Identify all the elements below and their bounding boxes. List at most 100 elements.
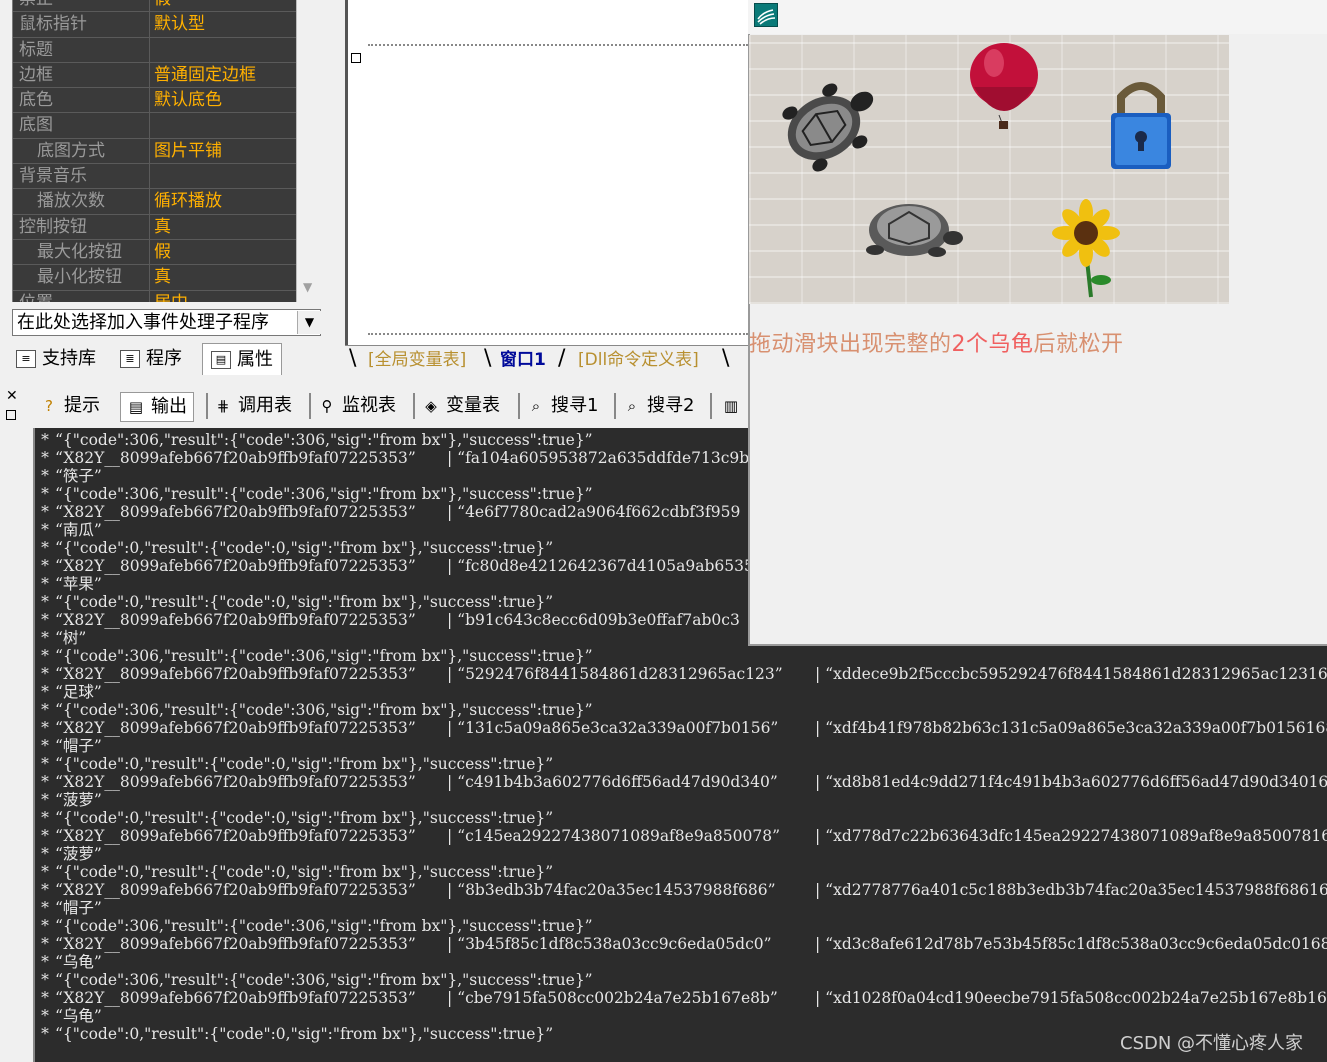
- tab-search1[interactable]: ⌕ 搜寻1: [527, 392, 599, 420]
- log-bullet: *: [41, 503, 49, 521]
- resize-handle[interactable]: [351, 53, 361, 63]
- property-grid[interactable]: 禁止假鼠标指针默认型标题边框普通固定边框底色默认底色底图底图方式图片平铺背景音乐…: [12, 0, 297, 302]
- property-value[interactable]: 普通固定边框: [150, 63, 256, 87]
- turtle-image: [866, 204, 963, 257]
- log-text: “筷子”: [55, 467, 102, 485]
- property-row[interactable]: 边框 普通固定边框: [13, 62, 297, 89]
- log-bullet: *: [41, 539, 49, 557]
- tab-search2[interactable]: ⌕ 搜寻2: [623, 392, 695, 420]
- log-bullet: *: [41, 755, 49, 773]
- log-bullet: *: [41, 557, 49, 575]
- property-value[interactable]: [150, 164, 154, 188]
- log-text: “足球”: [55, 683, 102, 701]
- log-token: | “xddece9b2f5cccbc595292476f8441584861d…: [815, 665, 1327, 683]
- tab-window1[interactable]: 窗口1: [500, 348, 546, 372]
- tab-separator: \: [484, 346, 492, 371]
- log-bullet: *: [41, 881, 49, 899]
- log-bullet: *: [41, 791, 49, 809]
- log-token: | “xd8b81ed4c9dd271f4c491b4b3a602776d6ff…: [815, 773, 1327, 791]
- hot-air-balloon-image: [970, 43, 1038, 129]
- tab-watch[interactable]: ⚲ 监视表: [318, 392, 397, 420]
- tab-hint-label: 提示: [64, 395, 100, 416]
- design-grid-line: [368, 333, 748, 336]
- log-line: * “{"code":0,"result":{"code":0,"sig":"fr…: [35, 593, 553, 611]
- log-text: “X82Y__8099afeb667f20ab9ffb9faf07225353”: [55, 773, 416, 791]
- app-icon: [754, 3, 778, 27]
- property-row[interactable]: 禁止假: [13, 0, 297, 13]
- log-text: “乌龟”: [55, 1007, 102, 1025]
- tab-output-label: 输出: [151, 396, 187, 417]
- event-handler-select[interactable]: 在此处选择加入事件处理子程序: [12, 309, 321, 336]
- log-hash: | “8b3edb3b74fac20a35ec14537988f686”: [447, 881, 776, 899]
- property-row[interactable]: 位置居中: [13, 290, 297, 302]
- property-scrollbar[interactable]: [296, 0, 327, 302]
- captcha-image[interactable]: [749, 35, 1229, 304]
- tab-clipboard[interactable]: ▥: [722, 392, 740, 420]
- property-value[interactable]: [150, 113, 154, 137]
- log-bullet: *: [41, 773, 49, 791]
- log-line: * “{"code":306,"result":{"code":306,"sig"…: [35, 701, 593, 719]
- property-row[interactable]: 标题: [13, 37, 297, 63]
- tab-properties[interactable]: ▤ 属性: [202, 343, 282, 375]
- log-text: “{"code":306,"result":{"code":306,"sig":…: [55, 701, 593, 719]
- tab-call-stack[interactable]: ⋕ 调用表: [214, 392, 292, 420]
- log-hash: | “5292476f8441584861d28312965ac123”: [447, 665, 783, 683]
- tab-output[interactable]: ▤ 输出: [120, 392, 194, 422]
- property-row[interactable]: 最大化按钮假: [13, 239, 297, 266]
- hint-text-before: 拖动滑块出现完整的: [749, 332, 952, 357]
- property-row[interactable]: 最小化按钮真: [13, 265, 297, 291]
- log-hash: | “c145ea29227438071089af8e9a850078”: [447, 827, 781, 845]
- property-row[interactable]: 播放次数 循环播放: [13, 189, 297, 215]
- property-row[interactable]: 底色 默认底色: [13, 88, 297, 114]
- tab-support-library[interactable]: ≡ 支持库: [16, 343, 96, 374]
- log-text: “{"code":306,"result":{"code":306,"sig":…: [55, 431, 593, 449]
- log-text: “X82Y__8099afeb667f20ab9ffb9faf07225353”: [55, 827, 416, 845]
- property-value[interactable]: 假: [150, 0, 171, 11]
- property-value[interactable]: 真: [150, 215, 171, 239]
- close-icon[interactable]: ✕: [6, 388, 18, 404]
- log-hash: | “3b45f85c1df8c538a03cc9c6eda05dc0”: [447, 935, 772, 953]
- property-row[interactable]: 底图: [13, 113, 297, 139]
- log-line: * “筷子”: [35, 467, 102, 485]
- property-value[interactable]: 默认型: [150, 12, 205, 36]
- property-value[interactable]: 默认底色: [150, 88, 222, 112]
- log-bullet: *: [41, 899, 49, 917]
- property-row[interactable]: 控制按钮真: [13, 214, 297, 240]
- tab-variables[interactable]: ◈ 变量表: [422, 392, 500, 420]
- dropdown-arrow-icon[interactable]: ▼: [297, 311, 321, 334]
- property-value[interactable]: 图片平铺: [150, 139, 222, 163]
- log-text: “{"code":306,"result":{"code":306,"sig":…: [55, 647, 593, 665]
- log-text: “帽子”: [55, 737, 102, 755]
- log-hash: | “c491b4b3a602776d6ff56ad47d90d340”: [447, 773, 778, 791]
- tab-program[interactable]: ≣ 程序: [120, 343, 182, 374]
- property-value[interactable]: [150, 38, 154, 62]
- property-row[interactable]: 背景音乐: [13, 164, 297, 190]
- log-token: | “xdf4b41f978b82b63c131c5a09a865e3ca32a…: [815, 719, 1327, 737]
- form-designer[interactable]: [345, 0, 751, 345]
- log-bullet: *: [41, 431, 49, 449]
- toolbar-separator: [206, 393, 208, 419]
- log-text: “X82Y__8099afeb667f20ab9ffb9faf07225353”: [55, 935, 416, 953]
- property-value[interactable]: 假: [150, 240, 171, 264]
- log-line: * “{"code":306,"result":{"code":306,"sig"…: [35, 917, 592, 935]
- tab-watch-label: 监视表: [342, 395, 396, 416]
- log-line: * “菠萝”: [35, 791, 102, 809]
- log-bullet: *: [41, 611, 49, 629]
- property-value[interactable]: 循环播放: [150, 189, 222, 213]
- property-row[interactable]: 鼠标指针 默认型: [13, 12, 297, 38]
- log-line: * “X82Y__8099afeb667f20ab9ffb9faf07225353…: [35, 989, 1327, 1007]
- scroll-down-icon[interactable]: ▼: [303, 280, 312, 294]
- tab-global-vars[interactable]: [全局变量表]: [368, 348, 466, 372]
- log-line: * “X82Y__8099afeb667f20ab9ffb9faf07225353…: [35, 557, 754, 575]
- tab-hint[interactable]: ? 提示: [40, 392, 100, 420]
- property-value[interactable]: 居中: [150, 291, 188, 302]
- log-text: “X82Y__8099afeb667f20ab9ffb9faf07225353”: [55, 503, 416, 521]
- tab-dll-commands[interactable]: [Dll命令定义表]: [578, 348, 699, 372]
- restore-icon[interactable]: [6, 410, 16, 420]
- property-value[interactable]: 真: [150, 265, 171, 289]
- log-line: * “南瓜”: [35, 521, 102, 539]
- log-text: “{"code":0,"result":{"code":0,"sig":"fro…: [55, 809, 554, 827]
- log-line: * “足球”: [35, 683, 102, 701]
- property-row[interactable]: 底图方式 图片平铺: [13, 138, 297, 165]
- hint-text-after: 后就松开: [1033, 332, 1124, 357]
